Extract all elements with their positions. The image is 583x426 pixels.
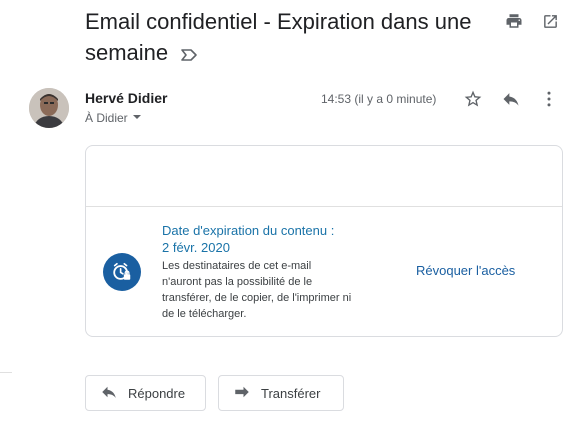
message-actions [462, 88, 560, 110]
forward-button-label: Transférer [261, 385, 321, 401]
reply-icon[interactable] [500, 88, 522, 110]
divider [0, 372, 12, 373]
top-actions [503, 10, 561, 32]
reply-button[interactable]: Répondre [85, 375, 206, 411]
open-new-window-icon[interactable] [539, 10, 561, 32]
label-icon[interactable] [180, 39, 198, 70]
chevron-down-icon [132, 111, 142, 125]
expiration-date: 2 févr. 2020 [162, 240, 230, 255]
revoke-access-link[interactable]: Révoquer l'accès [416, 263, 515, 278]
more-vert-icon[interactable] [538, 88, 560, 110]
expiration-description: Les destinataires de cet e-mail n'auront… [162, 260, 352, 320]
star-icon[interactable] [462, 88, 484, 110]
clock-lock-icon [103, 253, 141, 291]
email-subject: Email confidentiel - Expiration dans une… [85, 6, 505, 70]
reply-icon [100, 383, 118, 404]
confidential-mode-card: Date d'expiration du contenu : 2 févr. 2… [85, 145, 563, 337]
sender-name: Hervé Didier [85, 90, 168, 106]
forward-button[interactable]: Transférer [218, 375, 344, 411]
recipient-details[interactable]: À Didier [85, 111, 142, 125]
expiration-title: Date d'expiration du contenu : [162, 223, 335, 238]
reply-button-label: Répondre [128, 385, 186, 401]
forward-icon [233, 383, 251, 404]
recipient-label: À Didier [85, 111, 128, 125]
avatar[interactable] [29, 88, 69, 128]
timestamp: 14:53 (il y a 0 minute) [321, 92, 437, 106]
print-icon[interactable] [503, 10, 525, 32]
subject-text: Email confidentiel - Expiration dans une… [85, 9, 472, 65]
card-divider [86, 206, 562, 207]
